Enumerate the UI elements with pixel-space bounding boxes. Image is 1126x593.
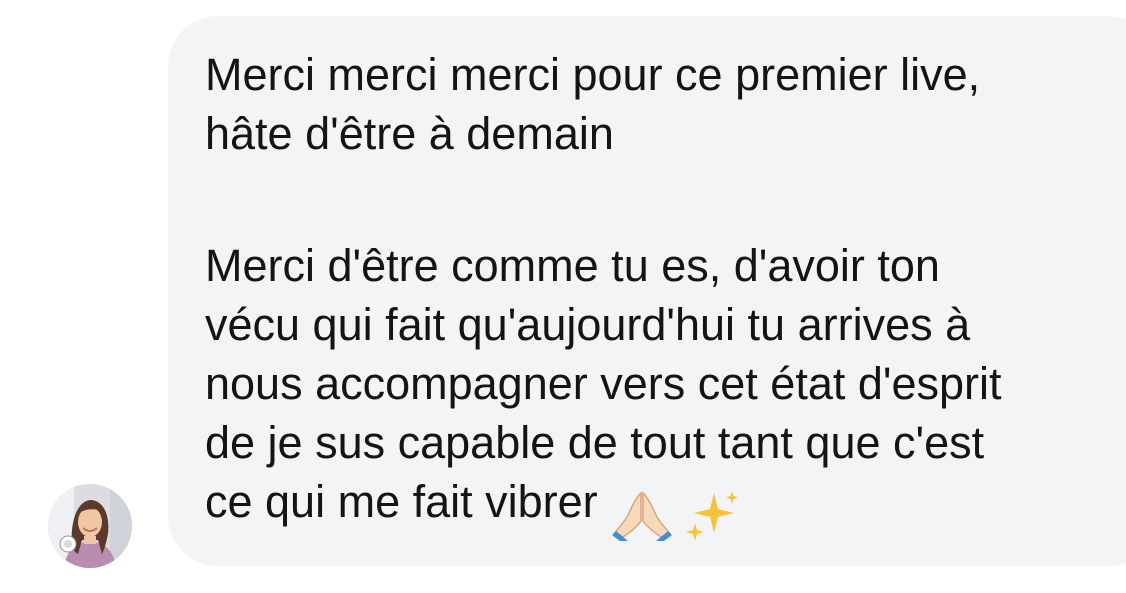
message-text: Merci merci merci pour ce premier live, …: [205, 45, 1120, 542]
message-line: nous accompagner vers cet état d'esprit: [205, 358, 1002, 409]
message-last-line: ce qui me fait vibrer: [205, 472, 1120, 542]
praying-hands-icon: [611, 491, 672, 542]
avatar-photo: [48, 484, 132, 568]
message-line: Merci d'être comme tu es, d'avoir ton: [205, 240, 940, 291]
sender-avatar[interactable]: [48, 484, 132, 568]
message-line: de je sus capable de tout tant que c'est: [205, 417, 985, 468]
sparkles-icon: [685, 491, 738, 542]
message-line: Merci merci merci pour ce premier live,: [205, 49, 981, 100]
chat-thread: Merci merci merci pour ce premier live, …: [0, 0, 1126, 593]
message-line: vécu qui fait qu'aujourd'hui tu arrives …: [205, 299, 971, 350]
emoji-group: [610, 482, 742, 542]
message-line: hâte d'être à demain: [205, 108, 614, 159]
message-line: ce qui me fait vibrer: [205, 476, 598, 527]
